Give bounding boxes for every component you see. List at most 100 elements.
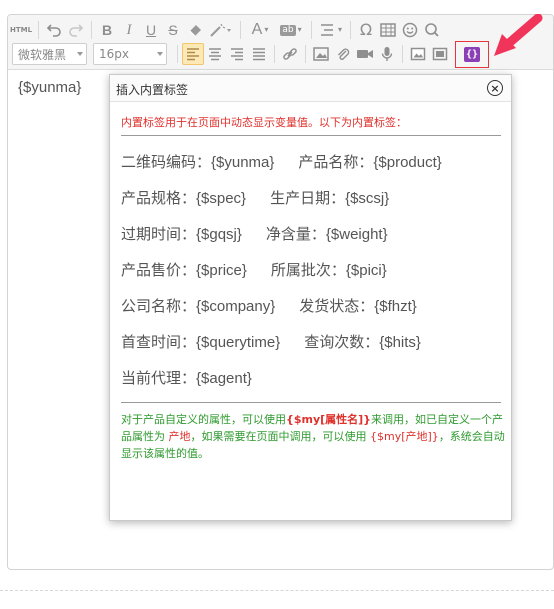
close-icon[interactable]: × xyxy=(487,80,503,96)
tag-row: 过期时间：{$gqsj} 净含量：{$weight} xyxy=(121,223,506,259)
font-size-value: 16px xyxy=(99,47,129,61)
tag-item-pici[interactable]: 所属批次：{$pici} xyxy=(271,259,387,295)
chevron-down-icon: ▾ xyxy=(297,25,302,34)
insert-builtin-tag-dialog: 插入内置标签 × 内置标签用于在页面中动态显示变量值。以下为内置标签： 二维码编… xyxy=(109,74,512,521)
template-button[interactable] xyxy=(429,43,451,65)
line-height-icon xyxy=(320,24,333,36)
divider xyxy=(121,402,501,403)
magic-wand-icon xyxy=(210,23,231,37)
picture-icon xyxy=(410,47,426,61)
strikethrough-button[interactable]: S xyxy=(162,19,184,41)
note-text: 对于产品自定义的属性，可以使用 xyxy=(121,413,286,426)
link-button[interactable] xyxy=(279,43,301,65)
underline-button[interactable]: U xyxy=(140,19,162,41)
justify-button[interactable] xyxy=(248,43,270,65)
separator xyxy=(240,21,241,39)
tag-item-yunma[interactable]: 二维码编码：{$yunma} xyxy=(121,151,274,187)
tag-item-fhzt[interactable]: 发货状态：{$fhzt} xyxy=(299,295,417,331)
align-left-button[interactable] xyxy=(182,43,204,65)
microphone-icon xyxy=(381,47,393,61)
separator xyxy=(305,45,306,63)
separator xyxy=(402,45,403,63)
bold-icon: B xyxy=(101,22,113,38)
tag-item-scsj[interactable]: 生产日期：{$scsj} xyxy=(270,187,389,223)
link-icon xyxy=(283,48,297,60)
builtin-tag-list: 二维码编码：{$yunma} 产品名称：{$product} 产品规格：{$sp… xyxy=(121,151,506,403)
note-code: {$my[产地]} xyxy=(370,430,439,443)
template-icon xyxy=(432,47,448,61)
separator xyxy=(350,21,351,39)
search-button[interactable] xyxy=(421,19,443,41)
insert-image-button[interactable] xyxy=(310,43,332,65)
magic-wand-button[interactable] xyxy=(206,19,236,41)
divider xyxy=(121,135,501,136)
audio-button[interactable] xyxy=(376,43,398,65)
chevron-down-icon xyxy=(77,52,83,56)
align-right-button[interactable] xyxy=(226,43,248,65)
image-icon xyxy=(313,47,329,61)
dialog-title-bar: 插入内置标签 × xyxy=(110,75,511,102)
editor-content[interactable]: {$yunma} xyxy=(18,79,81,96)
insert-builtin-tag-button[interactable]: {} xyxy=(455,40,489,68)
font-family-select[interactable]: 微软雅黑 xyxy=(12,43,87,65)
tag-item-weight[interactable]: 净含量：{$weight} xyxy=(266,223,388,259)
italic-button[interactable]: I xyxy=(118,19,140,41)
dialog-intro: 内置标签用于在页面中动态显示变量值。以下为内置标签： xyxy=(121,116,407,129)
redo-icon xyxy=(69,24,84,37)
chevron-down-icon: ▾ xyxy=(264,25,269,34)
toolbar-row-2: 微软雅黑 16px {} xyxy=(12,40,489,68)
special-char-button[interactable]: Ω xyxy=(355,19,377,41)
tag-item-price[interactable]: 产品售价：{$price} xyxy=(121,259,247,295)
align-right-icon xyxy=(231,48,243,61)
justify-icon xyxy=(253,48,265,61)
tag-item-company[interactable]: 公司名称：{$company} xyxy=(121,295,275,331)
tag-row: 首查时间：{$querytime} 查询次数：{$hits} xyxy=(121,331,506,367)
strikethrough-icon: S xyxy=(168,22,178,38)
align-center-icon xyxy=(209,48,221,61)
align-center-button[interactable] xyxy=(204,43,226,65)
pointer-arrow-icon xyxy=(494,14,543,56)
video-button[interactable] xyxy=(354,43,376,65)
eraser-icon xyxy=(189,25,201,37)
separator xyxy=(311,21,312,39)
emoticon-button[interactable] xyxy=(399,19,421,41)
gallery-button[interactable] xyxy=(407,43,429,65)
search-icon xyxy=(425,23,439,37)
line-height-button[interactable]: ▾ xyxy=(316,19,346,41)
separator xyxy=(274,45,275,63)
separator xyxy=(177,45,178,63)
custom-attribute-note: 对于产品自定义的属性，可以使用{$my[属性名]}来调用，如已自定义一个产品属性… xyxy=(121,411,506,462)
footer-divider xyxy=(0,590,554,591)
align-left-icon xyxy=(187,48,199,61)
tag-item-agent[interactable]: 当前代理：{$agent} xyxy=(121,367,252,403)
bold-button[interactable]: B xyxy=(96,19,118,41)
undo-icon xyxy=(46,24,61,37)
highlight-icon: ab xyxy=(280,24,296,36)
tag-item-hits[interactable]: 查询次数：{$hits} xyxy=(304,331,421,367)
background-color-button[interactable]: ab ▾ xyxy=(275,19,307,41)
separator xyxy=(91,21,92,39)
format-brush-button[interactable] xyxy=(184,19,206,41)
font-color-icon: A xyxy=(251,21,263,38)
tag-item-querytime[interactable]: 首查时间：{$querytime} xyxy=(121,331,280,367)
tag-item-spec[interactable]: 产品规格：{$spec} xyxy=(121,187,246,223)
undo-button[interactable] xyxy=(43,19,65,41)
tag-item-gqsj[interactable]: 过期时间：{$gqsj} xyxy=(121,223,242,259)
tag-item-product[interactable]: 产品名称：{$product} xyxy=(298,151,441,187)
chevron-down-icon xyxy=(157,52,163,56)
chevron-down-icon: ▾ xyxy=(337,25,342,34)
font-size-select[interactable]: 16px xyxy=(93,43,167,65)
note-text: ，如果需要在页面中调用，可以使用 xyxy=(190,430,370,443)
attachment-button[interactable] xyxy=(332,43,354,65)
html-source-button[interactable]: HTML xyxy=(8,19,34,41)
font-color-button[interactable]: A ▾ xyxy=(245,19,275,41)
note-code: 产地 xyxy=(168,430,191,443)
tag-row: 二维码编码：{$yunma} 产品名称：{$product} xyxy=(121,151,506,187)
separator xyxy=(38,21,39,39)
font-family-value: 微软雅黑 xyxy=(18,47,67,62)
tag-row: 产品售价：{$price} 所属批次：{$pici} xyxy=(121,259,506,295)
tag-row: 公司名称：{$company} 发货状态：{$fhzt} xyxy=(121,295,506,331)
italic-icon: I xyxy=(126,21,132,38)
redo-button[interactable] xyxy=(65,19,87,41)
table-button[interactable] xyxy=(377,19,399,41)
